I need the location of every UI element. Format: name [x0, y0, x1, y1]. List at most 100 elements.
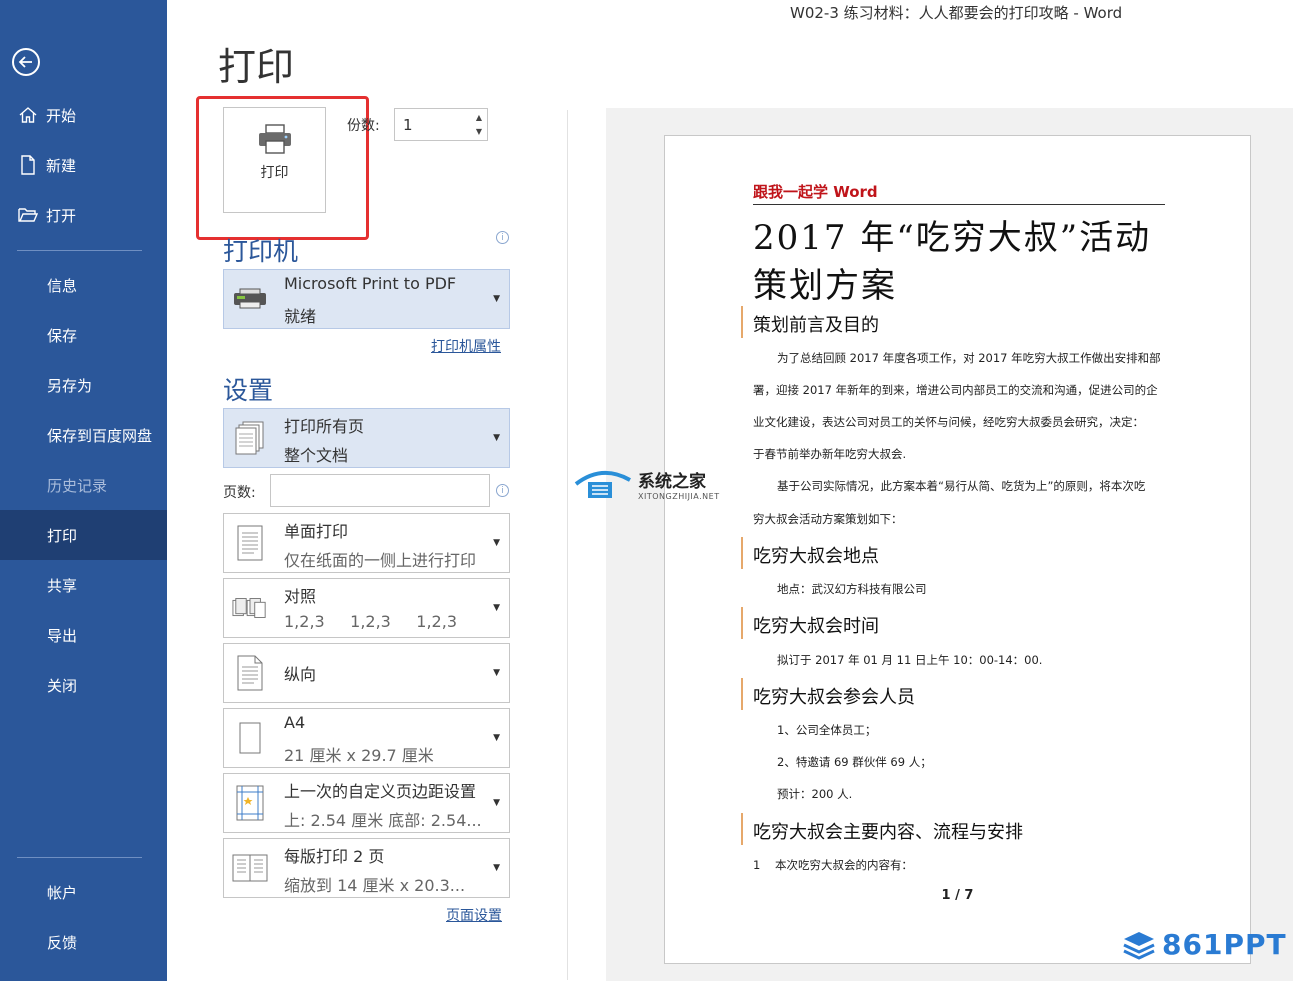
paper-size-dropdown[interactable]: A4 21 厘米 x 29.7 厘米 ▼: [223, 708, 510, 768]
doc-paragraph: 于春节前举办新年吃穷大叔会.: [753, 447, 907, 461]
stack-logo-icon: [1123, 931, 1155, 960]
watermark-subtext: XITONGZHIJIA.NET: [638, 492, 720, 501]
print-button[interactable]: 打印: [223, 107, 326, 213]
printer-device-icon: [232, 288, 268, 310]
nav-close[interactable]: 关闭: [0, 660, 167, 710]
nav-new[interactable]: 新建: [0, 140, 167, 190]
print-range-secondary: 整个文档: [284, 446, 349, 465]
preview-page: 跟我一起学 Word 2017 年“吃穷大叔”活动 策划方案 策划前言及目的 为…: [664, 135, 1251, 964]
nav-label: 开始: [46, 106, 77, 125]
nav-label: 帐户: [47, 883, 78, 902]
watermark-logo-icon: [574, 471, 631, 498]
doc-list-item: 2、特邀请 69 群伙伴 69 人；: [777, 755, 932, 769]
open-folder-icon: [16, 206, 40, 224]
doc-heading: 策划前言及目的: [753, 315, 879, 336]
printer-icon: [257, 124, 293, 158]
portrait-page-icon: [232, 655, 268, 691]
doc-paragraph: 预计：200 人.: [777, 787, 853, 801]
nav-label: 打开: [46, 206, 77, 225]
doc-paragraph: 署，迎接 2017 年新年的到来，增进公司内部员工的交流和沟通，促进公司的企: [753, 383, 1158, 397]
printer-properties-link[interactable]: 打印机属性: [431, 336, 501, 356]
info-icon[interactable]: i: [496, 231, 509, 244]
nav-info[interactable]: 信息: [0, 260, 167, 310]
doc-paragraph: 拟订于 2017 年 01 月 11 日上午 10：00-14：00.: [777, 653, 1043, 667]
print-range-dropdown[interactable]: 打印所有页 整个文档 ▼: [223, 408, 510, 468]
heading-marker: [741, 537, 743, 569]
back-button[interactable]: [12, 48, 40, 76]
sides-primary: 单面打印: [284, 522, 349, 541]
chevron-down-icon: ▼: [493, 733, 500, 743]
nav-open[interactable]: 打开: [0, 190, 167, 240]
nav-feedback[interactable]: 反馈: [0, 917, 167, 967]
orientation-dropdown[interactable]: 纵向 ▼: [223, 643, 510, 703]
doc-paragraph: 业文化建设，表达公司对员工的关怀与问候，经吃穷大叔委员会研究，决定：: [753, 415, 1144, 429]
nav-share[interactable]: 共享: [0, 560, 167, 610]
home-icon: [16, 105, 40, 125]
watermark: 系统之家 XITONGZHIJIA.NET: [572, 466, 720, 502]
nav-label: 历史记录: [47, 476, 108, 495]
panel-divider: [567, 110, 568, 980]
heading-marker: [741, 607, 743, 639]
heading-marker: [741, 306, 743, 338]
sides-dropdown[interactable]: 单面打印 仅在纸面的一侧上进行打印 ▼: [223, 513, 510, 573]
collate-dropdown[interactable]: 对照 1,2,3 1,2,3 1,2,3 ▼: [223, 578, 510, 638]
orientation-primary: 纵向: [284, 665, 317, 684]
nav-label: 新建: [46, 156, 77, 175]
doc-header-rule: [753, 204, 1165, 205]
doc-paragraph: 1 本次吃穷大叔会的内容有：: [753, 858, 913, 872]
new-document-icon: [16, 155, 40, 175]
nav-label: 保存到百度网盘: [47, 426, 153, 445]
copies-label: 份数:: [347, 118, 380, 134]
doc-heading: 吃穷大叔会地点: [753, 546, 879, 567]
print-range-primary: 打印所有页: [284, 417, 365, 436]
printer-heading: 打印机: [223, 237, 299, 266]
page-indicator: 1 / 7: [941, 888, 974, 903]
page-setup-link[interactable]: 页面设置: [446, 905, 502, 925]
doc-title-line2: 策划方案: [753, 266, 897, 306]
chevron-down-icon: ▼: [493, 538, 500, 548]
paper-size-primary: A4: [284, 713, 306, 732]
nav-label: 反馈: [47, 933, 78, 952]
heading-marker: [741, 678, 743, 710]
chevron-down-icon: ▼: [493, 863, 500, 873]
pages-label: 页数:: [223, 485, 256, 501]
doc-paragraph: 地点：武汉幻方科技有限公司: [777, 582, 927, 596]
nav-save-as[interactable]: 另存为: [0, 360, 167, 410]
copies-stepper[interactable]: ▲ ▼: [472, 110, 486, 139]
print-button-label: 打印: [260, 165, 289, 181]
pages-input[interactable]: [270, 474, 490, 507]
nav-save[interactable]: 保存: [0, 310, 167, 360]
doc-heading: 吃穷大叔会主要内容、流程与安排: [753, 822, 1023, 843]
doc-paragraph: 基于公司实际情况，此方案本着“易行从简、吃货为上”的原则，将本次吃: [777, 479, 1146, 493]
nav-account[interactable]: 帐户: [0, 867, 167, 917]
printer-status: 就绪: [284, 307, 317, 326]
nav-label: 导出: [47, 626, 78, 645]
chevron-down-icon: ▼: [493, 433, 500, 443]
collated-pages-icon: [232, 596, 268, 620]
pages-per-sheet-dropdown[interactable]: 每版打印 2 页 缩放到 14 厘米 x 20.3... ▼: [223, 838, 510, 898]
info-icon[interactable]: i: [496, 484, 509, 497]
doc-list-item: 1、公司全体员工；: [777, 723, 877, 737]
nav-print[interactable]: 打印: [0, 510, 167, 560]
nav-separator: [17, 250, 142, 251]
two-pages-per-sheet-icon: [232, 854, 268, 882]
printer-dropdown[interactable]: Microsoft Print to PDF 就绪 ▼: [223, 269, 510, 329]
nav-label: 共享: [47, 576, 78, 595]
nav-export[interactable]: 导出: [0, 610, 167, 660]
spin-up-icon[interactable]: ▲: [476, 113, 482, 122]
doc-paragraph: 穷大叔会活动方案策划如下：: [753, 512, 903, 526]
watermark-text: 系统之家: [638, 472, 706, 492]
settings-heading: 设置: [223, 376, 274, 405]
nav-label: 另存为: [47, 376, 93, 395]
custom-margins-icon: [232, 785, 268, 821]
heading-marker: [741, 813, 743, 845]
nav-save-baidu[interactable]: 保存到百度网盘: [0, 410, 167, 460]
backstage-sidebar: 开始 新建 打开 信息 保存 另存为 保存到百度网盘 历史记录 打印 共享 导出…: [0, 0, 167, 981]
brand-text: 861PPT: [1162, 928, 1287, 961]
pages-stack-icon: [232, 421, 268, 455]
pages-per-sheet-primary: 每版打印 2 页: [284, 847, 385, 866]
spin-down-icon[interactable]: ▼: [476, 127, 482, 136]
chevron-down-icon: ▼: [493, 798, 500, 808]
nav-home[interactable]: 开始: [0, 90, 167, 140]
margins-dropdown[interactable]: 上一次的自定义页边距设置 上: 2.54 厘米 底部: 2.54... ▼: [223, 773, 510, 833]
